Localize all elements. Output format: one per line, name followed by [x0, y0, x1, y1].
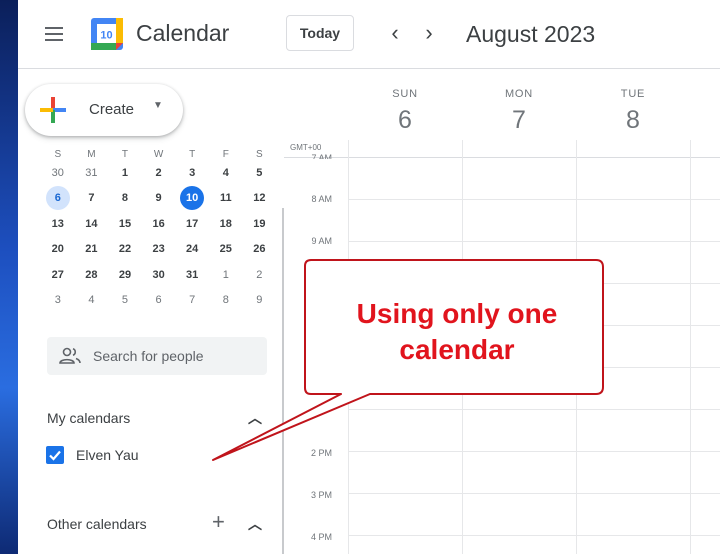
callout-text: Using only one calendar	[309, 296, 605, 368]
callout-bubble	[212, 259, 604, 461]
callout-line-1: Using only one	[356, 298, 558, 329]
callout-line-2: calendar	[399, 334, 515, 365]
desktop-background-strip	[0, 0, 18, 554]
calendar-app: 10 Calendar Today ‹ › August 2023 Create…	[18, 0, 720, 554]
